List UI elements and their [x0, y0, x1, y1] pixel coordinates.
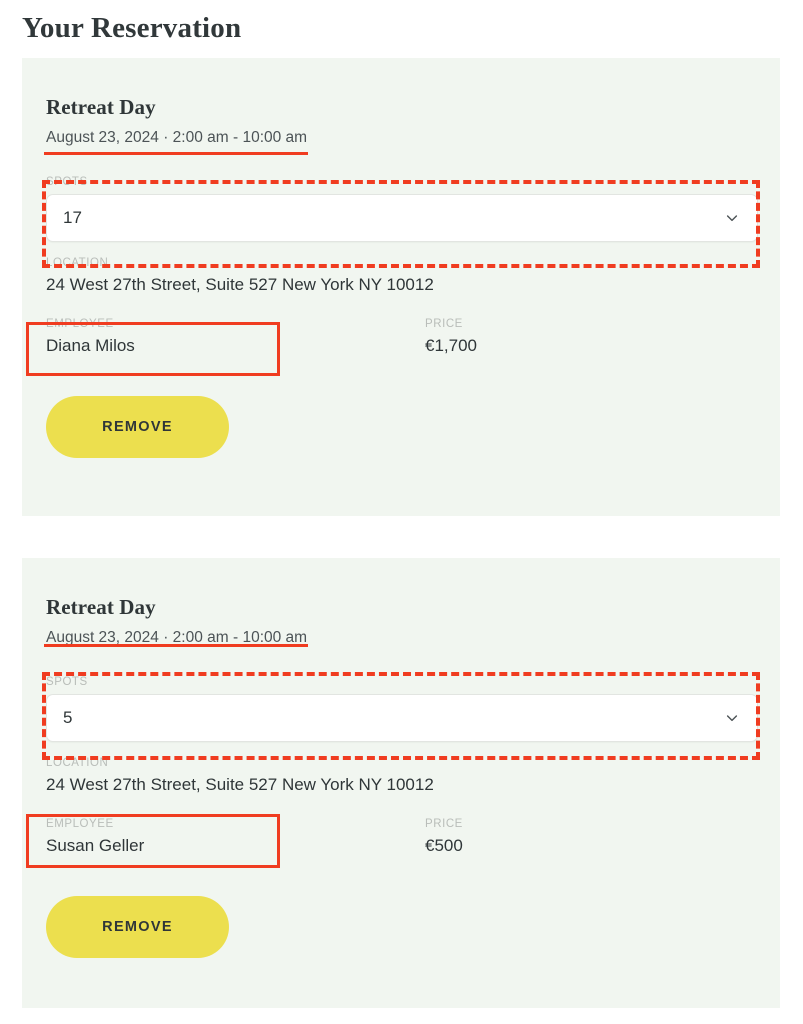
employee-label: EMPLOYEE: [46, 318, 114, 330]
employee-field: EMPLOYEE Susan Geller: [46, 817, 425, 858]
reservation-card: Retreat Day August 23, 2024 · 2:00 am - …: [22, 58, 780, 516]
spots-select[interactable]: 5: [46, 694, 758, 742]
reservation-page: Your Reservation Retreat Day August 23, …: [0, 0, 803, 1024]
employee-label: EMPLOYEE: [46, 818, 114, 830]
price-field: PRICE €1,700: [425, 317, 755, 358]
employee-price-row: EMPLOYEE Susan Geller PRICE €500: [46, 817, 756, 858]
price-field: PRICE €500: [425, 817, 755, 858]
page-title: Your Reservation: [22, 12, 242, 44]
chevron-down-icon: [725, 211, 739, 225]
spots-label: SPOTS: [46, 676, 88, 688]
event-datetime: August 23, 2024 · 2:00 am - 10:00 am: [46, 129, 308, 146]
employee-field: EMPLOYEE Diana Milos: [46, 317, 425, 358]
price-value: €1,700: [425, 336, 477, 355]
reservation-card-body: Retreat Day August 23, 2024 · 2:00 am - …: [22, 558, 780, 1008]
location-value: 24 West 27th Street, Suite 527 New York …: [46, 775, 434, 794]
price-label: PRICE: [425, 318, 463, 330]
chevron-down-icon: [725, 711, 739, 725]
employee-value: Susan Geller: [46, 836, 145, 855]
reservation-card: Retreat Day August 23, 2024 · 2:00 am - …: [22, 558, 780, 1008]
spots-field: SPOTS 17: [46, 175, 758, 242]
location-field: LOCATION 24 West 27th Street, Suite 527 …: [46, 256, 756, 297]
event-title: Retreat Day: [46, 595, 156, 619]
location-field: LOCATION 24 West 27th Street, Suite 527 …: [46, 756, 756, 797]
price-label: PRICE: [425, 818, 463, 830]
spots-select[interactable]: 17: [46, 194, 758, 242]
employee-price-row: EMPLOYEE Diana Milos PRICE €1,700: [46, 317, 756, 358]
remove-button[interactable]: REMOVE: [46, 396, 229, 458]
reservation-card-body: Retreat Day August 23, 2024 · 2:00 am - …: [22, 58, 780, 516]
event-title: Retreat Day: [46, 95, 156, 119]
location-value: 24 West 27th Street, Suite 527 New York …: [46, 275, 434, 294]
remove-button[interactable]: REMOVE: [46, 896, 229, 958]
employee-value: Diana Milos: [46, 336, 135, 355]
spots-label: SPOTS: [46, 176, 88, 188]
spots-select-value: 17: [63, 208, 82, 227]
spots-select-value: 5: [63, 708, 73, 727]
location-label: LOCATION: [46, 757, 109, 769]
event-datetime: August 23, 2024 · 2:00 am - 10:00 am: [46, 629, 308, 646]
location-label: LOCATION: [46, 257, 109, 269]
price-value: €500: [425, 836, 463, 855]
spots-field: SPOTS 5: [46, 675, 758, 742]
